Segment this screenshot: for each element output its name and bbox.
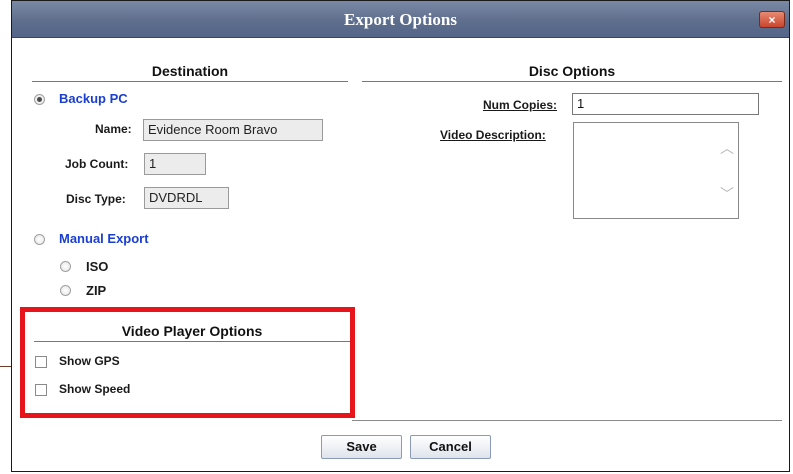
scroll-down-icon[interactable]: ﹀ [720,187,734,201]
highlight-box [20,307,355,418]
dialog-titlebar: Export Options × [12,1,789,38]
backup-pc-label[interactable]: Backup PC [59,91,128,106]
disc-options-heading: Disc Options [362,63,782,82]
backup-pc-radio[interactable] [34,94,45,105]
iso-radio[interactable] [60,261,71,272]
scroll-up-icon[interactable]: ︿ [720,141,734,155]
manual-export-label[interactable]: Manual Export [59,231,149,246]
close-icon: × [768,13,776,27]
save-button[interactable]: Save [321,435,402,459]
num-copies-label: Num Copies: [483,98,558,112]
footer-divider [352,420,782,421]
destination-heading: Destination [32,63,348,82]
iso-label[interactable]: ISO [86,259,108,274]
disc-type-label: Disc Type: [66,192,126,206]
job-count-label: Job Count: [65,157,129,171]
manual-export-radio[interactable] [34,234,45,245]
num-copies-input[interactable]: 1 [572,93,759,115]
close-button[interactable]: × [759,11,785,28]
disc-type-field: DVDRDL [144,187,229,209]
zip-radio[interactable] [60,285,71,296]
name-label: Name: [95,122,132,136]
video-description-textarea[interactable]: ︿ ﹀ [573,122,739,219]
name-field: Evidence Room Bravo [143,119,323,141]
zip-label[interactable]: ZIP [86,283,106,298]
video-description-label: Video Description: [440,128,546,142]
dialog-title: Export Options [344,10,457,29]
job-count-field: 1 [144,153,206,175]
cancel-button[interactable]: Cancel [410,435,491,459]
